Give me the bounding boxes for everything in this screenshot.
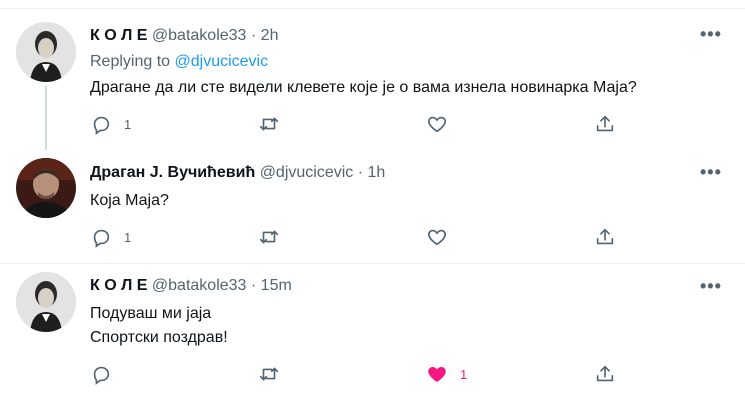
- more-options-button[interactable]: •••: [700, 163, 724, 186]
- tweet-header: Драган Ј. Вучићевић @djvucicevic · 1h: [90, 163, 385, 183]
- timestamp[interactable]: 15m: [261, 277, 292, 294]
- reply-icon: [93, 366, 110, 385]
- display-name[interactable]: К О Л Е: [90, 27, 147, 44]
- heart-filled-icon: [428, 367, 446, 382]
- retweet-icon: [259, 230, 279, 244]
- display-name[interactable]: Драган Ј. Вучићевић: [90, 164, 255, 181]
- share-button[interactable]: [594, 362, 616, 386]
- heart-icon: [427, 116, 447, 133]
- share-icon: [596, 115, 614, 132]
- tweet-text: Која Маја?: [90, 189, 169, 213]
- retweet-button[interactable]: [258, 362, 292, 386]
- avatar-djvucicevic[interactable]: [16, 158, 76, 218]
- separator-dot: ·: [357, 164, 364, 181]
- share-button[interactable]: [594, 112, 616, 136]
- share-icon: [596, 228, 614, 245]
- tweet-actions: 1: [90, 362, 630, 386]
- thread-line: [45, 86, 47, 150]
- like-count: 1: [460, 366, 468, 382]
- share-button[interactable]: [594, 225, 616, 249]
- more-options-button[interactable]: •••: [700, 277, 724, 300]
- replying-to: Replying to @djvucicevic: [90, 52, 268, 72]
- share-icon: [596, 365, 614, 382]
- tweet-actions: 1: [90, 112, 630, 136]
- like-button[interactable]: [426, 225, 460, 249]
- separator-dot: ·: [250, 27, 257, 44]
- more-icon: •••: [700, 162, 722, 182]
- more-icon: •••: [700, 276, 722, 296]
- reply-button[interactable]: 1: [90, 112, 131, 136]
- retweet-icon: [259, 117, 279, 131]
- like-button[interactable]: 1: [426, 362, 467, 386]
- reply-count: 1: [124, 229, 132, 245]
- reply-button[interactable]: [90, 362, 124, 386]
- tweet-header: К О Л Е @batakole33 · 15m: [90, 276, 292, 296]
- display-name[interactable]: К О Л Е: [90, 277, 147, 294]
- more-options-button[interactable]: •••: [700, 25, 724, 48]
- user-handle[interactable]: @batakole33: [152, 27, 247, 44]
- mention-link[interactable]: @djvucicevic: [175, 53, 269, 70]
- reply-icon: [93, 116, 110, 135]
- replying-to-label: Replying to: [90, 53, 171, 70]
- tweet-text-line: Спортски поздрав!: [90, 329, 228, 346]
- tweet-text-line: Драгане да ли сте видели клевете које је…: [90, 79, 637, 96]
- timestamp[interactable]: 2h: [261, 27, 279, 44]
- retweet-button[interactable]: [258, 225, 292, 249]
- reply-icon: [93, 229, 110, 248]
- tweet-divider: [0, 263, 745, 264]
- avatar-batakole33[interactable]: [16, 272, 76, 332]
- tweet-header: К О Л Е @batakole33 · 2h: [90, 26, 278, 46]
- separator-dot: ·: [250, 277, 257, 294]
- reply-button[interactable]: 1: [90, 225, 131, 249]
- avatar-batakole33[interactable]: [16, 22, 76, 82]
- user-handle[interactable]: @djvucicevic: [260, 164, 354, 181]
- reply-count: 1: [124, 116, 132, 132]
- tweet-text: Подуваш ми јаја Спортски поздрав!: [90, 302, 228, 350]
- retweet-icon: [259, 367, 279, 381]
- user-handle[interactable]: @batakole33: [152, 277, 247, 294]
- tweet-text-line: Подуваш ми јаја: [90, 305, 212, 322]
- like-button[interactable]: [426, 112, 460, 136]
- tweet-text: Драгане да ли сте видели клевете које је…: [90, 76, 637, 100]
- tweet-text-line: Која Маја?: [90, 192, 169, 209]
- retweet-button[interactable]: [258, 112, 292, 136]
- tweet-actions: 1: [90, 225, 630, 249]
- timestamp[interactable]: 1h: [368, 164, 386, 181]
- top-divider: [0, 8, 745, 9]
- more-icon: •••: [700, 24, 722, 44]
- heart-icon: [427, 229, 447, 246]
